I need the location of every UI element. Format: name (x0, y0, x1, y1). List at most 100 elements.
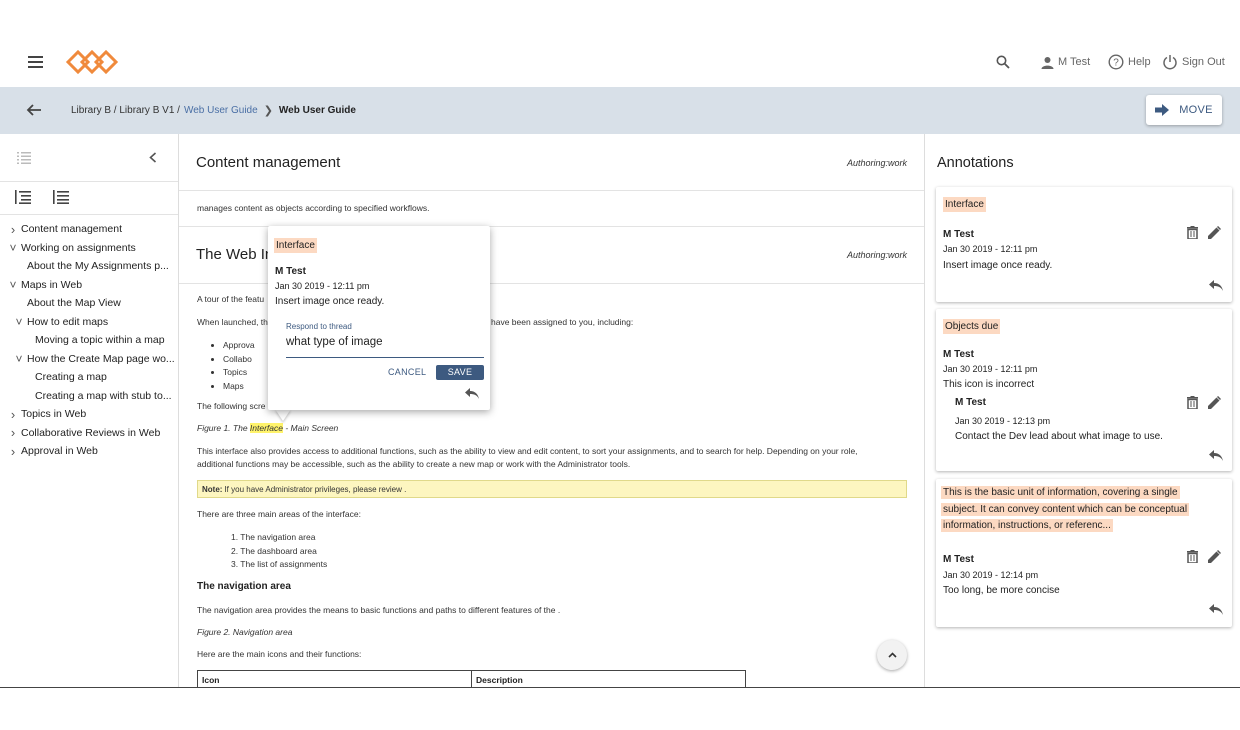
note-text: If you have Administrator privileges, pl… (224, 485, 407, 494)
signout-button[interactable]: Sign Out (1162, 52, 1225, 72)
tree-item[interactable]: About the My Assignments p... (0, 257, 178, 276)
reply-icon[interactable] (1209, 450, 1223, 461)
toc-tree: › Content management ˅ Working on assignmen… (0, 215, 178, 461)
toc-toolbar (0, 182, 178, 215)
edit-icon[interactable] (1208, 396, 1221, 409)
highlighted-annotation[interactable]: Interface (249, 423, 283, 433)
tree-item[interactable]: › Content management (0, 220, 178, 239)
annotation-card[interactable]: This is the basic unit of information, c… (936, 479, 1232, 627)
delete-icon[interactable] (1187, 226, 1198, 239)
signout-label: Sign Out (1182, 56, 1225, 68)
user-menu[interactable]: M Test (1041, 52, 1090, 72)
launched-tail-text: have been assigned to you, including: (491, 317, 634, 327)
move-button[interactable]: MOVE (1146, 95, 1222, 125)
back-arrow-icon[interactable] (26, 102, 42, 118)
chevron-down-icon[interactable]: ˅ (14, 352, 24, 366)
arrow-right-icon (1155, 104, 1170, 116)
tree-item[interactable]: About the Map View (0, 294, 178, 313)
edit-icon[interactable] (1208, 226, 1221, 239)
chevron-right-icon[interactable]: › (8, 425, 18, 440)
tree-item[interactable]: Creating a map (0, 368, 178, 387)
collapse-all-icon[interactable] (53, 190, 69, 204)
delete-icon[interactable] (1187, 396, 1198, 409)
person-icon (1041, 56, 1054, 69)
menu-icon[interactable] (28, 56, 43, 68)
annotation-card[interactable]: Interface M Test Jan 30 2019 - 12:11 pm … (936, 187, 1232, 302)
annotation-comment: This icon is incorrect (943, 379, 1035, 390)
chevron-down-icon[interactable]: ˅ (8, 241, 18, 255)
breadcrumb: Library B / Library B V1 / Web User Guid… (71, 104, 356, 117)
annotation-date: Jan 30 2019 - 12:14 pm (943, 570, 1039, 580)
cancel-button[interactable]: CANCEL (388, 367, 426, 377)
annotation-comment: Insert image once ready. (943, 260, 1053, 271)
annotation-tag: Objects due (943, 319, 1001, 334)
reply-date: Jan 30 2019 - 12:13 pm (955, 416, 1051, 426)
chevron-down-icon[interactable]: ˅ (8, 278, 18, 292)
main-icons-text: Here are the main icons and their functi… (197, 649, 362, 659)
reply-icon[interactable] (465, 388, 479, 399)
tree-item[interactable]: › Approval in Web (0, 442, 178, 461)
navigation-text: The navigation area provides the means t… (197, 605, 561, 615)
tree-item[interactable]: ˅ How to edit maps (0, 313, 178, 332)
collapse-panel-icon[interactable] (149, 152, 157, 163)
section-tag[interactable]: Authoring:work (847, 158, 907, 168)
reply-icon[interactable] (1209, 280, 1223, 291)
popup-author: M Test (275, 266, 306, 277)
tree-item-label: Collaborative Reviews in Web (21, 426, 161, 439)
tree-item[interactable]: ˅ How the Create Map page wo... (0, 350, 178, 369)
bullet-item: Topics (223, 366, 255, 380)
tree-item[interactable]: Creating a map with stub to... (0, 387, 178, 406)
annotation-author: M Test (943, 554, 974, 565)
navigation-heading: The navigation area (197, 581, 291, 592)
breadcrumb-chevron-icon: ❯ (263, 105, 273, 117)
areas-list: 1. The navigation area 2. The dashboard a… (231, 531, 327, 572)
bullet-item: Collabo (223, 353, 255, 367)
save-button[interactable]: SAVE (436, 365, 484, 380)
section-title: Content management (196, 154, 341, 171)
chevron-right-icon[interactable]: › (8, 222, 18, 237)
toc-header (0, 134, 178, 182)
chevron-up-icon (887, 652, 897, 658)
table-header-description: Description (476, 675, 523, 685)
help-button[interactable]: ? Help (1108, 52, 1151, 72)
section-tag[interactable]: Authoring:work (847, 250, 907, 260)
move-label: MOVE (1179, 104, 1213, 116)
search-button[interactable] (996, 52, 1014, 72)
chevron-right-icon[interactable]: › (8, 444, 18, 459)
table-header-icon: Icon (198, 671, 472, 688)
expand-all-icon[interactable] (15, 190, 31, 204)
delete-icon[interactable] (1187, 550, 1198, 563)
annotation-date: Jan 30 2019 - 12:11 pm (943, 364, 1038, 374)
list-icon[interactable] (17, 151, 31, 164)
annotation-card[interactable]: Objects due M Test Jan 30 2019 - 12:11 p… (936, 309, 1232, 471)
icons-table: Icon Description (197, 670, 746, 688)
note-label: Note: (202, 485, 223, 494)
logo (65, 49, 119, 75)
reply-icon[interactable] (1209, 604, 1223, 615)
annotation-author: M Test (943, 349, 974, 360)
tree-item[interactable]: ˅ Working on assignments (0, 239, 178, 258)
breadcrumb-link[interactable]: Web User Guide (184, 105, 258, 116)
edit-icon[interactable] (1208, 550, 1221, 563)
tree-item[interactable]: Moving a topic within a map (0, 331, 178, 350)
reply-author: M Test (955, 397, 986, 408)
popup-comment: Insert image once ready. (275, 296, 385, 307)
three-areas-text: There are three main areas of the interf… (197, 509, 361, 519)
svg-text:?: ? (1113, 58, 1119, 69)
chevron-right-icon[interactable]: › (8, 407, 18, 422)
figure2-caption: Figure 2. Navigation area (197, 627, 293, 637)
tree-item-label: Creating a map (35, 371, 107, 384)
bullet-list: ApprovaCollaboTopicsMaps (223, 339, 255, 393)
respond-label: Respond to thread (286, 322, 352, 331)
chevron-down-icon[interactable]: ˅ (14, 315, 24, 329)
toc-panel: › Content management ˅ Working on assignmen… (0, 134, 179, 688)
help-icon: ? (1108, 54, 1124, 70)
scroll-to-top-button[interactable] (877, 640, 907, 670)
tree-item[interactable]: ˅ Maps in Web (0, 276, 178, 295)
respond-input[interactable]: what type of image (286, 336, 484, 358)
tree-item[interactable]: › Collaborative Reviews in Web (0, 424, 178, 443)
figure-caption: Figure 1. The Interface - Main Screen (197, 423, 338, 433)
tree-item[interactable]: › Topics in Web (0, 405, 178, 424)
annotation-comment: Too long, be more concise (943, 585, 1060, 596)
annotation-popup: Interface M Test Jan 30 2019 - 12:11 pm … (268, 226, 490, 410)
